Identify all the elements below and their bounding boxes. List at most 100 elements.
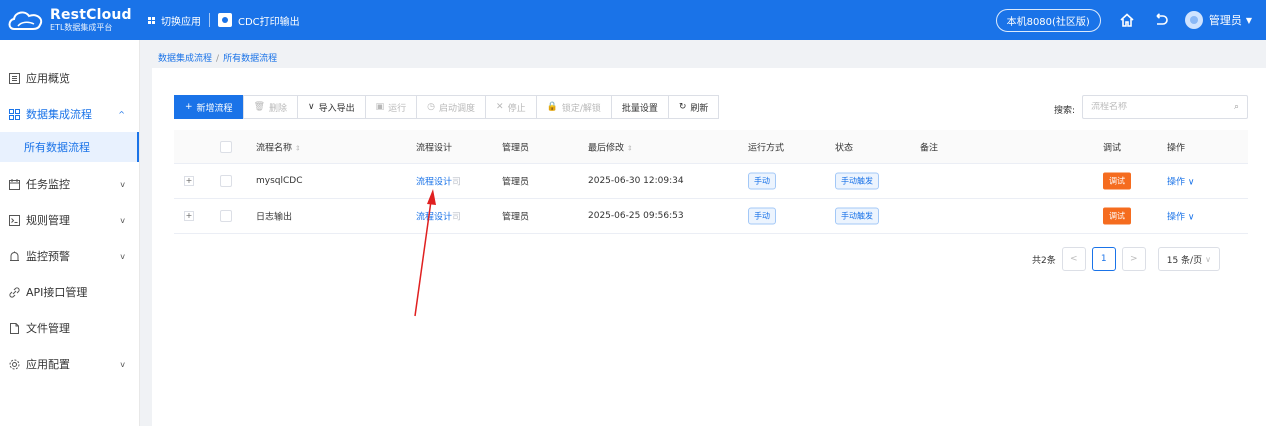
sidebar-item-label: 规则管理 [26,214,70,227]
import-export-label: 导入导出 [318,103,355,114]
sidebar-item-api[interactable]: API接口管理 [0,274,139,310]
environment-selector[interactable]: 本机8080(社区版) [995,8,1101,32]
flow-admin: 管理员 [502,212,530,223]
sidebar-item-all-flows[interactable]: 所有数据流程 [0,132,139,162]
breadcrumb-parent[interactable]: 数据集成流程 [158,54,212,64]
chevron-down-icon: v [120,215,125,225]
file-icon [8,322,20,334]
search-label: 搜索: [1054,106,1076,116]
header-name[interactable]: 流程名称 ⇕ [256,140,301,153]
header-action: 操作 [1167,143,1186,153]
sidebar-item-label: 任务监控 [26,178,70,191]
breadcrumb-separator: / [216,54,220,64]
new-flow-button[interactable]: + 新增流程 [174,95,244,119]
sidebar-item-files[interactable]: 文件管理 [0,310,139,346]
start-schedule-button[interactable]: ◷ 启动调度 [416,95,487,119]
main-panel: + 新增流程 🗑 删除 ∨ 导入导出 ▣ 运行 ◷ 启动调度 ✕ 停止 🔒 锁定/解锁 批量设… [152,68,1266,426]
brand-name: RestCloud [50,7,132,23]
sidebar-item-label: 数据集成流程 [26,108,92,121]
search-icon[interactable]: ⌕ [1234,102,1239,112]
sidebar-item-data-integration[interactable]: 数据集成流程 ^ [0,96,139,132]
expand-row-icon[interactable]: + [184,176,194,186]
sidebar-item-rules[interactable]: 规则管理 v [0,202,139,238]
pagination: 共2条 < 1 > 15 条/页 ∨ [1032,247,1220,271]
close-icon: ✕ [496,102,504,112]
status-badge: 手动触发 [835,207,879,225]
table-row: + mysqlCDC 流程设计司 管理员 2025-06-30 12:09:34… [174,164,1248,199]
import-export-button[interactable]: ∨ 导入导出 [297,95,366,119]
clock-icon: ◷ [427,102,436,112]
refresh-button[interactable]: ↻ 刷新 [667,95,720,119]
sidebar-item-task-monitor[interactable]: 任务监控 v [0,166,139,202]
flows-table: 流程名称 ⇕ 流程设计 管理员 最后修改 ⇕ 运行方式 状态 备注 调试 操作 + … [174,130,1248,234]
flow-name: 日志输出 [256,212,293,223]
sidebar-item-overview[interactable]: 应用概览 [0,60,139,96]
chevron-up-icon: ^ [118,109,125,119]
sidebar-item-label: 应用概览 [26,72,70,85]
search-box: ⌕ [1082,95,1248,119]
stop-button[interactable]: ✕ 停止 [485,95,537,119]
app-icon [218,13,232,27]
header-design: 流程设计 [416,143,453,153]
run-button[interactable]: ▣ 运行 [364,95,418,119]
row-checkbox[interactable] [220,175,232,187]
lock-icon: 🔒 [546,102,558,112]
settings-icon [8,358,20,370]
debug-button[interactable]: 调试 [1103,207,1131,225]
select-all-checkbox[interactable] [220,140,232,153]
new-flow-label: 新增流程 [196,103,233,114]
trash-icon: 🗑 [253,102,265,112]
overview-icon [8,72,20,84]
breadcrumb: 数据集成流程 / 所有数据流程 [158,51,277,64]
current-app[interactable]: CDC打印输出 [218,13,300,28]
batch-settings-button[interactable]: 批量设置 [610,95,669,119]
search-input[interactable] [1091,102,1221,112]
debug-button[interactable]: 调试 [1103,172,1131,190]
switch-app-label: 切换应用 [161,16,201,28]
back-icon[interactable] [1153,12,1169,28]
sidebar-item-app-config[interactable]: 应用配置 v [0,346,139,382]
alert-icon [8,250,20,262]
user-avatar[interactable] [1184,11,1203,29]
sidebar-item-alerts[interactable]: 监控预警 v [0,238,139,274]
expand-row-icon[interactable]: + [184,211,194,221]
user-menu[interactable]: 管理员 [1209,12,1242,28]
sidebar-item-label: 监控预警 [26,250,70,263]
chevron-down-icon: ∨ [308,102,315,112]
flow-modified: 2025-06-30 12:09:34 [588,176,684,186]
brand-subtitle: ETL数据集成平台 [50,23,113,32]
sidebar-item-label: 应用配置 [26,358,70,371]
breadcrumb-current: 所有数据流程 [223,54,278,64]
chevron-down-icon: ∨ [1187,177,1195,188]
current-app-label: CDC打印输出 [238,16,300,28]
page-size-select[interactable]: 15 条/页 ∨ [1157,247,1220,271]
plus-icon: + [185,102,193,112]
refresh-label: 刷新 [690,103,709,114]
chevron-down-icon: ∨ [1205,254,1211,264]
run-mode-badge: 手动 [748,172,776,190]
header-run-mode: 运行方式 [748,143,785,153]
header-admin: 管理员 [502,143,530,153]
row-checkbox[interactable] [220,210,232,222]
page-number-button[interactable]: 1 [1091,247,1116,271]
chevron-down-icon[interactable]: ▼ [1246,16,1252,25]
switch-app-button[interactable]: 切换应用 [148,13,201,28]
delete-button[interactable]: 🗑 删除 [242,95,299,119]
start-schedule-label: 启动调度 [439,103,476,114]
total-count: 共2条 [1032,255,1056,266]
brand-logo[interactable]: RestCloud ETL数据集成平台 [0,0,140,40]
prev-page-button[interactable]: < [1061,247,1086,271]
flow-design-link[interactable]: 流程设计司 [416,210,461,223]
header-modified[interactable]: 最后修改 ⇕ [588,140,633,153]
action-menu[interactable]: 操作 ∨ [1167,210,1194,223]
lock-unlock-label: 锁定/解锁 [561,103,601,114]
next-page-button[interactable]: > [1121,247,1146,271]
stop-label: 停止 [507,103,526,114]
header-status: 状态 [835,143,854,153]
run-mode-badge: 手动 [748,207,776,225]
lock-unlock-button[interactable]: 🔒 锁定/解锁 [535,95,612,119]
flow-design-link[interactable]: 流程设计司 [416,175,461,188]
grid-icon [8,108,20,120]
home-icon[interactable] [1119,12,1135,28]
action-menu[interactable]: 操作 ∨ [1167,175,1194,188]
